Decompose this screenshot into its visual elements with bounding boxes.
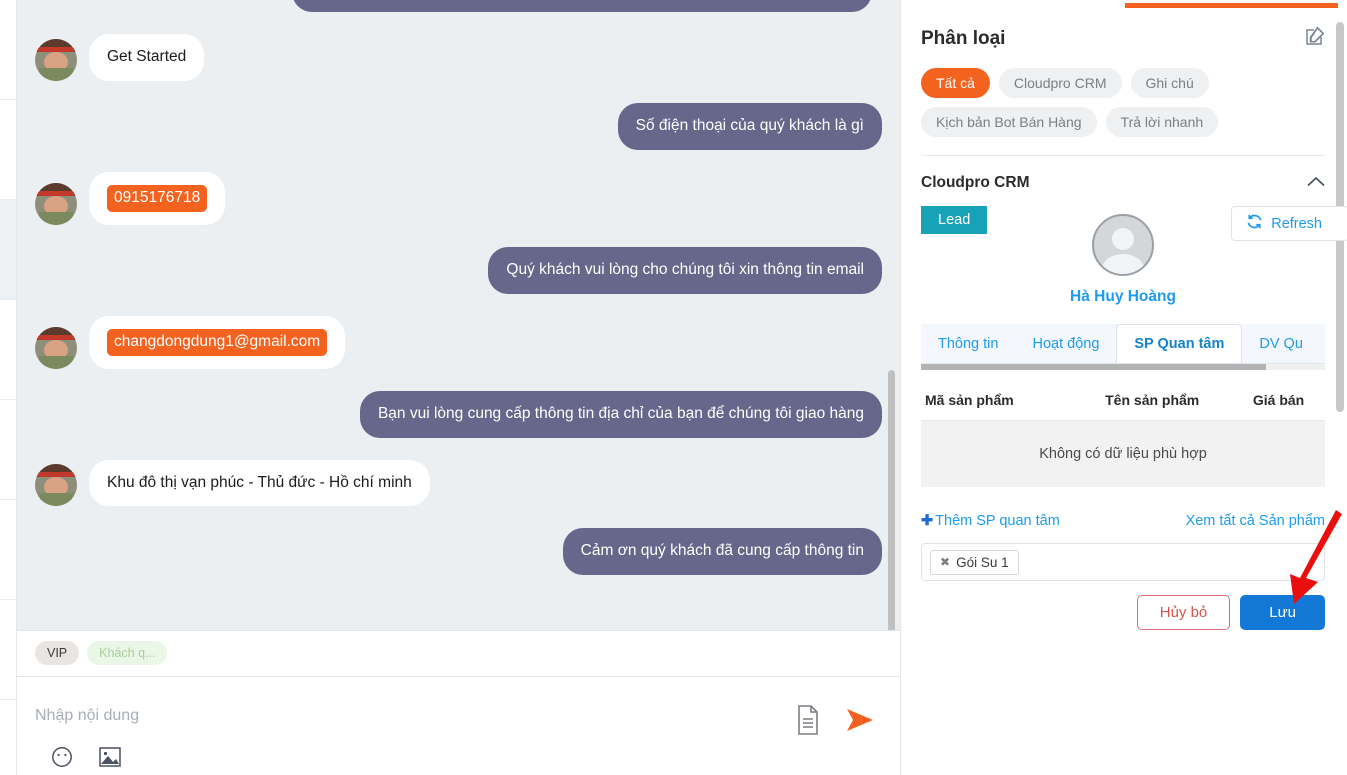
message-composer: Nhập nội dung	[17, 676, 900, 775]
save-button[interactable]: Lưu	[1240, 595, 1325, 630]
message-bubble: changdongdung1@gmail.com	[89, 315, 346, 369]
refresh-icon	[1246, 214, 1263, 233]
app-root: Get Started Số điện thoại của quý khách …	[0, 0, 1347, 775]
plus-icon: ✚	[921, 513, 934, 529]
chat-panel: Get Started Số điện thoại của quý khách …	[17, 0, 901, 775]
tabs-scrollbar-track[interactable]	[921, 364, 1325, 370]
chip-ghi-chu[interactable]: Ghi chú	[1130, 68, 1209, 98]
view-all-products-link[interactable]: Xem tất cả Sản phẩm	[1186, 513, 1325, 529]
avatar	[1092, 214, 1154, 276]
tag-vip[interactable]: VIP	[35, 641, 80, 666]
crm-section-header[interactable]: Cloudpro CRM	[921, 156, 1325, 192]
avatar	[35, 182, 77, 225]
conversation-list-item[interactable]	[0, 700, 16, 775]
message-bubble-partial	[292, 0, 872, 12]
message-row: changdongdung1@gmail.com	[35, 315, 882, 369]
message-bubble: Quý khách vui lòng cho chúng tôi xin thô…	[488, 246, 882, 294]
tag-chip-label: Gói Su 1	[956, 554, 1009, 570]
add-product-label: Thêm SP quan tâm	[935, 513, 1060, 529]
product-tag-input[interactable]: ✖ Gói Su 1	[921, 543, 1325, 581]
emoji-icon[interactable]	[51, 746, 73, 773]
cancel-button[interactable]: Hủy bỏ	[1136, 595, 1231, 630]
table-header-row: Mã sản phẩm Tên sản phẩm Giá bán	[921, 380, 1325, 421]
chip-cloudpro-crm[interactable]: Cloudpro CRM	[998, 68, 1122, 98]
highlighted-email: changdongdung1@gmail.com	[107, 328, 328, 356]
tab-hoat-dong[interactable]: Hoạt động	[1015, 324, 1116, 363]
page-title: Phân loại	[921, 27, 1006, 49]
column-gia-ban: Giá bán	[1232, 380, 1325, 421]
message-bubble: Khu đô thị vạn phúc - Thủ đức - Hồ chí m…	[89, 459, 430, 507]
conversation-list-item[interactable]	[0, 300, 16, 400]
conversation-list-item[interactable]	[0, 500, 16, 600]
lead-name[interactable]: Hà Huy Hoàng	[921, 288, 1325, 306]
composer-tools	[51, 746, 121, 773]
conversation-list-item[interactable]	[0, 0, 16, 100]
crm-tabs: Thông tin Hoạt động SP Quan tâm DV Qu	[921, 324, 1325, 370]
category-chips: Tất cả Cloudpro CRM Ghi chú Kịch bản Bot…	[921, 68, 1325, 137]
product-table: Mã sản phẩm Tên sản phẩm Giá bán Không c…	[921, 380, 1325, 487]
product-actions: ✚ Thêm SP quan tâm Xem tất cả Sản phẩm	[921, 513, 1325, 529]
highlighted-phone: 0915176718	[107, 184, 208, 212]
refresh-button[interactable]: Refresh	[1231, 206, 1347, 241]
message-row: Số điện thoại của quý khách là gì	[35, 102, 882, 150]
message-bubble: Get Started	[89, 34, 205, 81]
send-arrow-icon[interactable]	[846, 707, 874, 738]
message-bubble: Bạn vui lòng cung cấp thông tin địa chỉ …	[359, 390, 882, 438]
avatar	[35, 38, 77, 81]
document-icon[interactable]	[796, 704, 820, 740]
conversation-list-strip[interactable]	[0, 0, 17, 775]
conversation-list-item-selected[interactable]	[0, 200, 16, 300]
message-bubble: 0915176718	[89, 171, 226, 225]
active-tab-indicator	[1125, 3, 1338, 8]
chip-kich-ban-bot[interactable]: Kịch bản Bot Bán Hàng	[921, 107, 1097, 137]
form-actions: Hủy bỏ Lưu	[921, 595, 1325, 630]
chip-tra-loi-nhanh[interactable]: Trả lời nhanh	[1105, 107, 1219, 137]
composer-actions	[796, 704, 874, 740]
status-badge: Lead	[921, 206, 988, 234]
tag-chip-goi-su-1[interactable]: ✖ Gói Su 1	[930, 549, 1019, 575]
empty-state-text: Không có dữ liệu phù hợp	[921, 420, 1325, 487]
close-icon[interactable]: ✖	[940, 555, 950, 569]
message-row: Bạn vui lòng cung cấp thông tin địa chỉ …	[35, 390, 882, 438]
conversation-list-item[interactable]	[0, 600, 16, 700]
message-list[interactable]: Get Started Số điện thoại của quý khách …	[17, 0, 900, 630]
conversation-list-item[interactable]	[0, 400, 16, 500]
chevron-up-icon[interactable]	[1307, 174, 1325, 192]
conversation-list-item[interactable]	[0, 100, 16, 200]
tab-sp-quan-tam[interactable]: SP Quan tâm	[1116, 324, 1243, 363]
refresh-label: Refresh	[1271, 215, 1322, 232]
avatar	[35, 326, 77, 369]
chip-tat-ca[interactable]: Tất cả	[921, 68, 990, 98]
column-ten-san-pham: Tên sản phẩm	[1072, 380, 1233, 421]
image-icon[interactable]	[99, 747, 121, 772]
tab-thong-tin[interactable]: Thông tin	[921, 324, 1015, 363]
message-row: Get Started	[35, 34, 882, 81]
message-input[interactable]: Nhập nội dung	[35, 695, 882, 725]
chat-scrollbar[interactable]	[888, 370, 895, 630]
message-bubble: Số điện thoại của quý khách là gì	[617, 102, 882, 150]
table-empty-row: Không có dữ liệu phù hợp	[921, 420, 1325, 487]
message-row: Khu đô thị vạn phúc - Thủ đức - Hồ chí m…	[35, 459, 882, 507]
message-row: 0915176718	[35, 171, 882, 225]
tag-customer[interactable]: Khách q...	[87, 641, 168, 666]
customer-tag-bar: VIP Khách q...	[17, 629, 900, 677]
message-row: Cảm ơn quý khách đã cung cấp thông tin	[35, 528, 882, 576]
message-row	[35, 0, 882, 12]
column-ma-san-pham: Mã sản phẩm	[921, 380, 1073, 421]
avatar	[35, 464, 77, 507]
lead-summary: Lead Refresh Hà Huy Hoàng	[921, 206, 1347, 316]
tabs-scrollbar-thumb[interactable]	[921, 364, 1266, 370]
tab-dv-quan-tam[interactable]: DV Qu	[1242, 324, 1320, 363]
add-product-link[interactable]: ✚ Thêm SP quan tâm	[921, 513, 1060, 529]
message-bubble: Cảm ơn quý khách đã cung cấp thông tin	[562, 528, 882, 576]
edit-square-icon[interactable]	[1305, 26, 1325, 51]
message-row: Quý khách vui lòng cho chúng tôi xin thô…	[35, 246, 882, 294]
section-title: Cloudpro CRM	[921, 174, 1030, 191]
crm-panel: Phân loại Tất cả Cloudpro CRM Ghi chú Kị…	[901, 0, 1347, 775]
